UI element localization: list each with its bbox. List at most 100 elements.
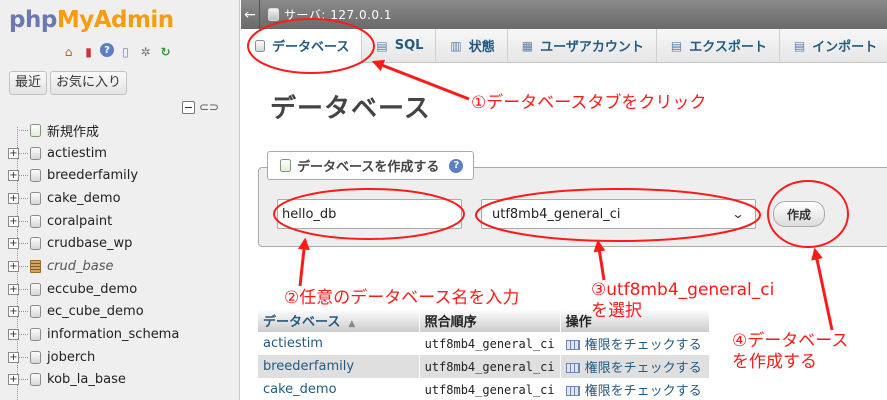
tree-item-label: actiestim <box>47 145 107 161</box>
tree-item-database[interactable]: + actiestim <box>0 142 239 165</box>
database-icon <box>30 237 41 251</box>
create-database-legend: データベースを作成する ? <box>267 151 475 180</box>
tree-item-label: cake_demo <box>47 190 121 206</box>
expand-icon[interactable]: + <box>8 306 19 318</box>
database-link[interactable]: breederfamily <box>258 355 420 378</box>
tree-item-database[interactable]: + ec_cube_demo <box>0 301 239 324</box>
tab-user-accounts[interactable]: ▦ ユーザアカウント <box>508 29 657 62</box>
back-arrow-icon[interactable]: ← <box>241 0 260 29</box>
sidebar-icon-bar: ⌂ ▮ ? ▯ ✲ ↻ <box>60 43 174 60</box>
database-icon <box>30 305 41 319</box>
tree-item-label: kob_la_base <box>47 372 126 388</box>
database-name-input[interactable] <box>277 199 462 229</box>
tab-databases[interactable]: データベース <box>241 29 363 63</box>
expand-icon[interactable]: + <box>8 260 19 272</box>
tree-item-label: crudbase_wp <box>47 236 133 252</box>
database-folder-icon <box>30 259 41 273</box>
tree-item-database[interactable]: + cake_demo <box>0 187 239 210</box>
database-icon <box>30 146 41 160</box>
column-header-database[interactable]: データベース ▲ <box>258 309 420 332</box>
page-title: データベース <box>270 94 431 124</box>
expand-icon[interactable]: + <box>8 192 19 204</box>
navigation-sidebar: phpMyAdmin ⌂ ▮ ? ▯ ✲ ↻ 最近 お気に入り ⊂⊃ 新規作成 … <box>0 0 240 400</box>
link-icon[interactable]: ⊂⊃ <box>199 100 219 114</box>
check-privileges-link[interactable]: 権限をチェックする <box>560 355 711 378</box>
gear-icon[interactable]: ✲ <box>137 43 154 60</box>
tree-item-database[interactable]: + information_schema <box>0 323 239 346</box>
privileges-icon <box>565 386 580 396</box>
expand-icon[interactable]: + <box>8 329 19 341</box>
tree-item-label: information_schema <box>47 327 180 343</box>
users-icon: ▦ <box>521 38 534 53</box>
reload-icon[interactable]: ↻ <box>157 43 174 60</box>
create-database-button[interactable]: 作成 <box>773 201 825 227</box>
database-tree: 新規作成 + actiestim + breederfamily + cake_… <box>0 119 239 392</box>
database-icon <box>30 350 41 364</box>
annotation-step2: ②任意のデータベース名を入力 <box>284 288 520 308</box>
main-tab-bar: データベース ▤ SQL ▥ 状態 ▦ ユーザアカウント ▤ エクスポート ▤ … <box>241 29 887 63</box>
tree-item-label: crud_base <box>47 258 114 274</box>
tree-item-database[interactable]: + joberch <box>0 346 239 369</box>
collation-cell: utf8mb4_general_ci <box>419 355 561 378</box>
tree-item-database[interactable]: + eccube_demo <box>0 278 239 301</box>
collation-select[interactable]: utf8mb4_general_ci ⌄ <box>481 199 756 229</box>
tree-item-new[interactable]: 新規作成 <box>0 119 239 142</box>
import-icon: ▤ <box>793 38 806 53</box>
tab-sql[interactable]: ▤ SQL <box>362 29 437 62</box>
exit-icon[interactable]: ▮ <box>80 43 97 60</box>
help-icon[interactable]: ? <box>449 158 464 173</box>
expand-icon[interactable]: + <box>8 351 19 363</box>
favorites-tab[interactable]: お気に入り <box>50 71 128 95</box>
database-icon <box>30 214 41 228</box>
table-row: actiestim utf8mb4_general_ci 権限をチェックする <box>258 332 711 355</box>
expand-icon[interactable]: + <box>8 283 19 295</box>
collation-cell: utf8mb4_general_ci <box>419 332 561 355</box>
tab-status[interactable]: ▥ 状態 <box>436 29 508 62</box>
chevron-down-icon: ⌄ <box>731 207 745 221</box>
server-breadcrumb[interactable]: サーバ: 127.0.0.1 <box>284 6 392 23</box>
tab-export[interactable]: ▤ エクスポート <box>657 29 780 62</box>
database-icon <box>30 282 41 296</box>
sort-asc-icon: ▲ <box>348 319 356 329</box>
tree-item-database[interactable]: + crud_base <box>0 255 239 278</box>
database-link[interactable]: cake_demo <box>258 378 420 400</box>
check-privileges-link[interactable]: 権限をチェックする <box>560 378 711 400</box>
check-privileges-link[interactable]: 権限をチェックする <box>560 332 711 355</box>
arrow-step4 <box>811 247 834 331</box>
tree-item-label: ec_cube_demo <box>47 304 144 320</box>
tree-item-label: coralpaint <box>47 213 113 229</box>
tree-item-database[interactable]: + kob_la_base <box>0 369 239 392</box>
export-icon: ▤ <box>670 38 683 53</box>
column-header-collation[interactable]: 照合順序 <box>419 309 561 332</box>
home-icon[interactable]: ⌂ <box>60 43 77 60</box>
expand-icon[interactable]: + <box>8 147 19 159</box>
tab-import[interactable]: ▤ インポート <box>780 29 887 62</box>
tree-item-database[interactable]: + coralpaint <box>0 210 239 233</box>
tree-item-label: eccube_demo <box>47 281 138 297</box>
database-link[interactable]: actiestim <box>258 332 420 355</box>
phpmyadmin-logo[interactable]: phpMyAdmin <box>9 7 174 33</box>
docs-icon[interactable]: ▯ <box>117 43 134 60</box>
table-row: breederfamily utf8mb4_general_ci 権限をチェック… <box>258 355 711 378</box>
column-header-action: 操作 <box>560 309 711 332</box>
tree-item-database[interactable]: + crudbase_wp <box>0 232 239 255</box>
new-database-icon <box>30 123 41 137</box>
expand-icon[interactable]: + <box>8 215 19 227</box>
database-icon <box>30 328 41 342</box>
expand-icon[interactable]: + <box>8 374 19 386</box>
expand-icon[interactable]: + <box>8 238 19 250</box>
tree-item-database[interactable]: + breederfamily <box>0 164 239 187</box>
tree-item-label: breederfamily <box>47 168 139 184</box>
help-icon[interactable]: ? <box>100 43 114 57</box>
arrow-step3 <box>593 239 606 281</box>
database-icon <box>30 169 41 183</box>
database-icon <box>30 373 41 387</box>
expand-icon[interactable]: + <box>8 170 19 182</box>
tree-controls: ⊂⊃ <box>182 100 219 114</box>
tree-item-label: joberch <box>47 349 96 365</box>
collation-cell: utf8mb4_general_ci <box>419 378 561 400</box>
privileges-icon <box>565 340 580 350</box>
recent-tab[interactable]: 最近 <box>9 71 48 95</box>
annotation-step4: ④データベース を作成する <box>732 331 849 372</box>
collapse-all-icon[interactable] <box>182 100 195 114</box>
